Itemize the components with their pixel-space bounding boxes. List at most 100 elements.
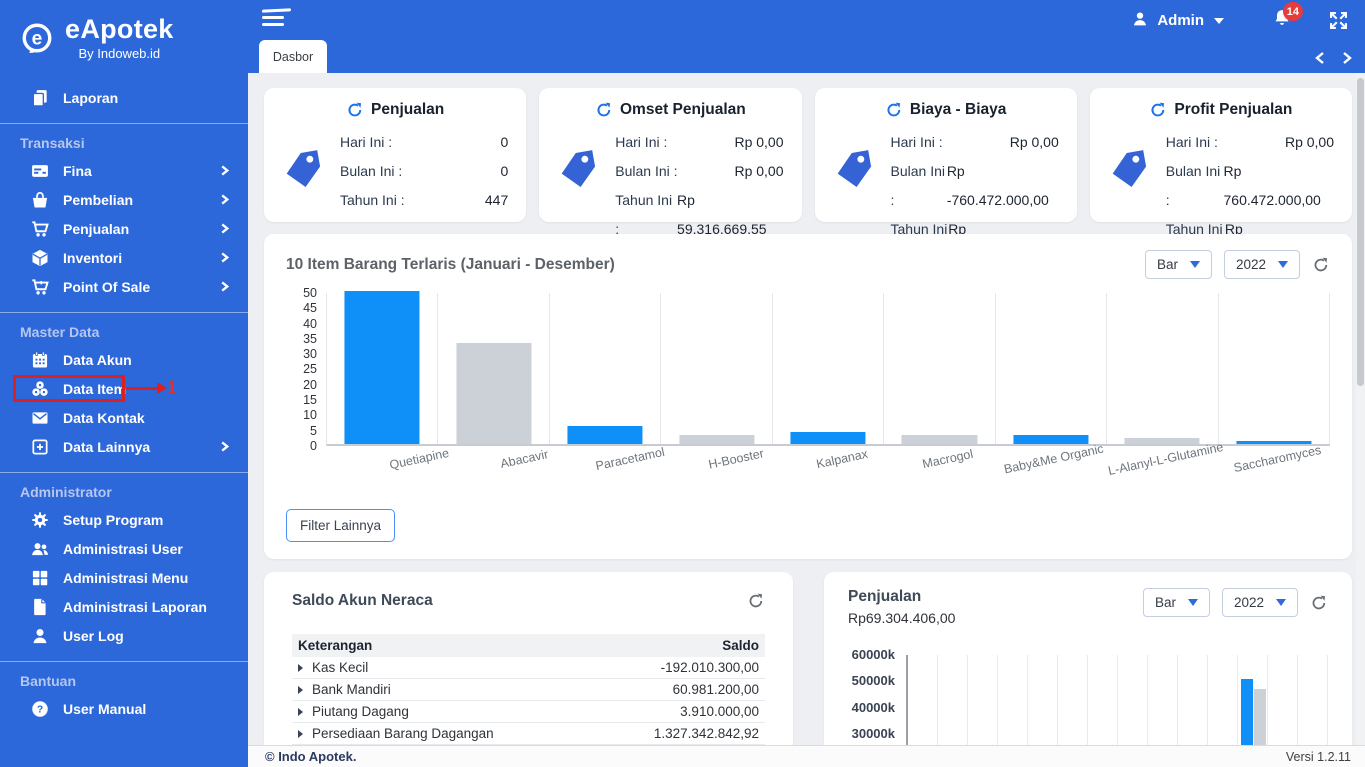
row-expand-icon[interactable] — [298, 730, 303, 738]
row-expand-icon[interactable] — [298, 708, 303, 716]
refresh-icon[interactable] — [747, 592, 765, 610]
bar-slot — [661, 293, 773, 444]
sidebar-item-administrasi-user[interactable]: Administrasi User — [0, 534, 248, 563]
filter-lainnya-button[interactable]: Filter Lainnya — [286, 509, 396, 542]
sidebar-item-label: Point Of Sale — [63, 278, 151, 295]
table-row[interactable]: Bank Mandiri 60.981.200,00 — [292, 678, 765, 701]
bar-paracetamol[interactable] — [567, 425, 643, 444]
refresh-icon[interactable] — [1312, 256, 1330, 274]
sidebar-item-label: Fina — [63, 162, 92, 179]
sidebar: e eApotek By Indoweb.id Laporan Transaksi… — [0, 0, 248, 767]
annotation-arrow — [126, 382, 167, 394]
sidebar-section-bantuan: Bantuan — [20, 673, 76, 689]
bar-slot — [327, 291, 439, 444]
stat-row: Bulan Ini : Rp 760.472.000,00 — [1166, 157, 1334, 215]
chart-type-select[interactable]: Bar — [1144, 250, 1212, 279]
gear-icon — [30, 510, 50, 530]
sidebar-item-penjualan[interactable]: Penjualan — [0, 214, 248, 243]
stat-row-value: Rp -760.472.000,00 — [946, 163, 1049, 208]
chevron-right-icon — [219, 165, 230, 176]
annotation-number: 1 — [167, 377, 177, 398]
tab-dasbor[interactable]: Dasbor — [259, 40, 327, 73]
fullscreen-button[interactable] — [1328, 10, 1349, 31]
sidebar-item-user-manual[interactable]: ? User Manual — [0, 694, 248, 723]
sidebar-divider — [0, 472, 248, 473]
table-row[interactable]: Piutang Dagang 3.910.000,00 — [292, 700, 765, 723]
stat-row-value: Rp 0,00 — [1284, 134, 1334, 150]
scrollbar[interactable] — [1356, 73, 1365, 745]
saldo-row-name: Persediaan Barang Dagangan — [292, 722, 595, 745]
y-tick-label: 50 — [303, 286, 317, 300]
y-tick-label: 10 — [303, 408, 317, 423]
stat-row-value: 0 — [500, 163, 509, 179]
sidebar-item-label: Pembelian — [63, 191, 134, 208]
bar-l-alanyl-l-glutamine[interactable] — [1124, 437, 1200, 444]
sidebar-item-inventori[interactable]: Inventori — [0, 243, 248, 272]
sales-year-select[interactable]: 2022 — [1221, 588, 1298, 617]
sidebar-item-fina[interactable]: Fina — [0, 156, 248, 185]
bar-macrogol[interactable] — [901, 434, 977, 444]
saldo-col-saldo: Saldo — [594, 634, 765, 657]
file-icon — [30, 597, 50, 617]
sidebar-item-setup-program[interactable]: Setup Program — [0, 505, 248, 534]
row-expand-icon[interactable] — [298, 664, 303, 672]
bar-quetiapine[interactable] — [344, 291, 420, 444]
stat-card-title-text: Biaya - Biaya — [909, 101, 1007, 118]
refresh-icon[interactable] — [346, 101, 364, 119]
refresh-icon[interactable] — [595, 101, 613, 119]
sidebar-item-laporan[interactable]: Laporan — [0, 83, 248, 112]
stat-row-label: Bulan Ini : — [340, 163, 403, 179]
stat-row: Tahun Ini : 447 — [340, 186, 508, 215]
expand-icon — [1328, 10, 1349, 31]
refresh-icon[interactable] — [1149, 101, 1167, 119]
user-menu[interactable]: Admin — [1131, 10, 1224, 32]
svg-text:e: e — [32, 28, 43, 49]
sidebar-item-pembelian[interactable]: Pembelian — [0, 185, 248, 214]
chart-year-select[interactable]: 2022 — [1223, 250, 1300, 279]
sidebar-nav: Laporan Transaksi Fina Pembelian Penjualan In… — [0, 83, 248, 723]
top-chart-title: 10 Item Barang Terlaris (Januari - Desem… — [286, 255, 615, 273]
scrollbar-thumb[interactable] — [1357, 78, 1364, 386]
sidebar-item-point-of-sale[interactable]: Point Of Sale — [0, 272, 248, 301]
bar-h-booster[interactable] — [678, 434, 755, 444]
sidebar-item-label: Administrasi User — [63, 540, 183, 557]
sidebar-item-label: Laporan — [63, 89, 119, 106]
sidebar-item-data-item[interactable]: Data Item 1 — [0, 374, 248, 403]
envelope-icon — [30, 408, 50, 428]
stat-card-biaya-biaya: Biaya - Biaya Hari Ini : Rp 0,00 Bulan Ini … — [814, 88, 1077, 266]
sidebar-item-data-kontak[interactable]: Data Kontak — [0, 403, 248, 432]
tabs-scroll-right-icon[interactable] — [1342, 52, 1352, 64]
sidebar-item-data-lainnya[interactable]: Data Lainnya — [0, 432, 248, 461]
cube-icon — [30, 248, 50, 268]
sales-total: Rp69.304.406,00 — [848, 610, 956, 626]
sidebar-item-user-log[interactable]: User Log — [0, 621, 248, 650]
table-row[interactable]: Kas Kecil -192.010.300,00 — [292, 657, 765, 679]
chevron-down-icon — [1276, 599, 1286, 606]
sidebar-item-data-akun[interactable]: Data Akun — [0, 345, 248, 374]
plus-square-icon — [30, 437, 50, 457]
bar-baby-me-organic[interactable] — [1013, 434, 1089, 444]
bar-abacavir[interactable] — [456, 343, 532, 444]
stat-row-label: Hari Ini : — [890, 134, 943, 150]
sales-type-select[interactable]: Bar — [1142, 588, 1210, 617]
refresh-icon[interactable] — [1310, 594, 1328, 612]
tabs-scroll-left-icon[interactable] — [1315, 52, 1325, 64]
sidebar-item-label: Data Item — [63, 380, 127, 397]
notifications-button[interactable]: 14 — [1272, 2, 1303, 33]
sidebar-item-administrasi-laporan[interactable]: Administrasi Laporan — [0, 592, 248, 621]
app-byline: By Indoweb.id — [78, 46, 161, 61]
stat-card-title-text: Omset Penjualan — [619, 101, 746, 118]
bar-kalpanax[interactable] — [790, 431, 866, 444]
refresh-icon[interactable] — [885, 101, 903, 119]
sidebar-item-administrasi-menu[interactable]: Administrasi Menu — [0, 563, 248, 592]
row-expand-icon[interactable] — [298, 686, 303, 694]
bar-slot — [438, 293, 550, 444]
menu-toggle-button[interactable] — [262, 8, 291, 30]
y-tick-label: 5 — [310, 423, 317, 438]
bar-slot — [550, 293, 662, 444]
table-row[interactable]: Persediaan Barang Dagangan 1.327.342.842,… — [292, 722, 765, 745]
chevron-down-icon — [1214, 17, 1224, 24]
bar-saccharomyces[interactable] — [1236, 440, 1312, 444]
saldo-row-name: Kas Kecil — [292, 657, 595, 679]
cart-icon — [30, 219, 50, 239]
